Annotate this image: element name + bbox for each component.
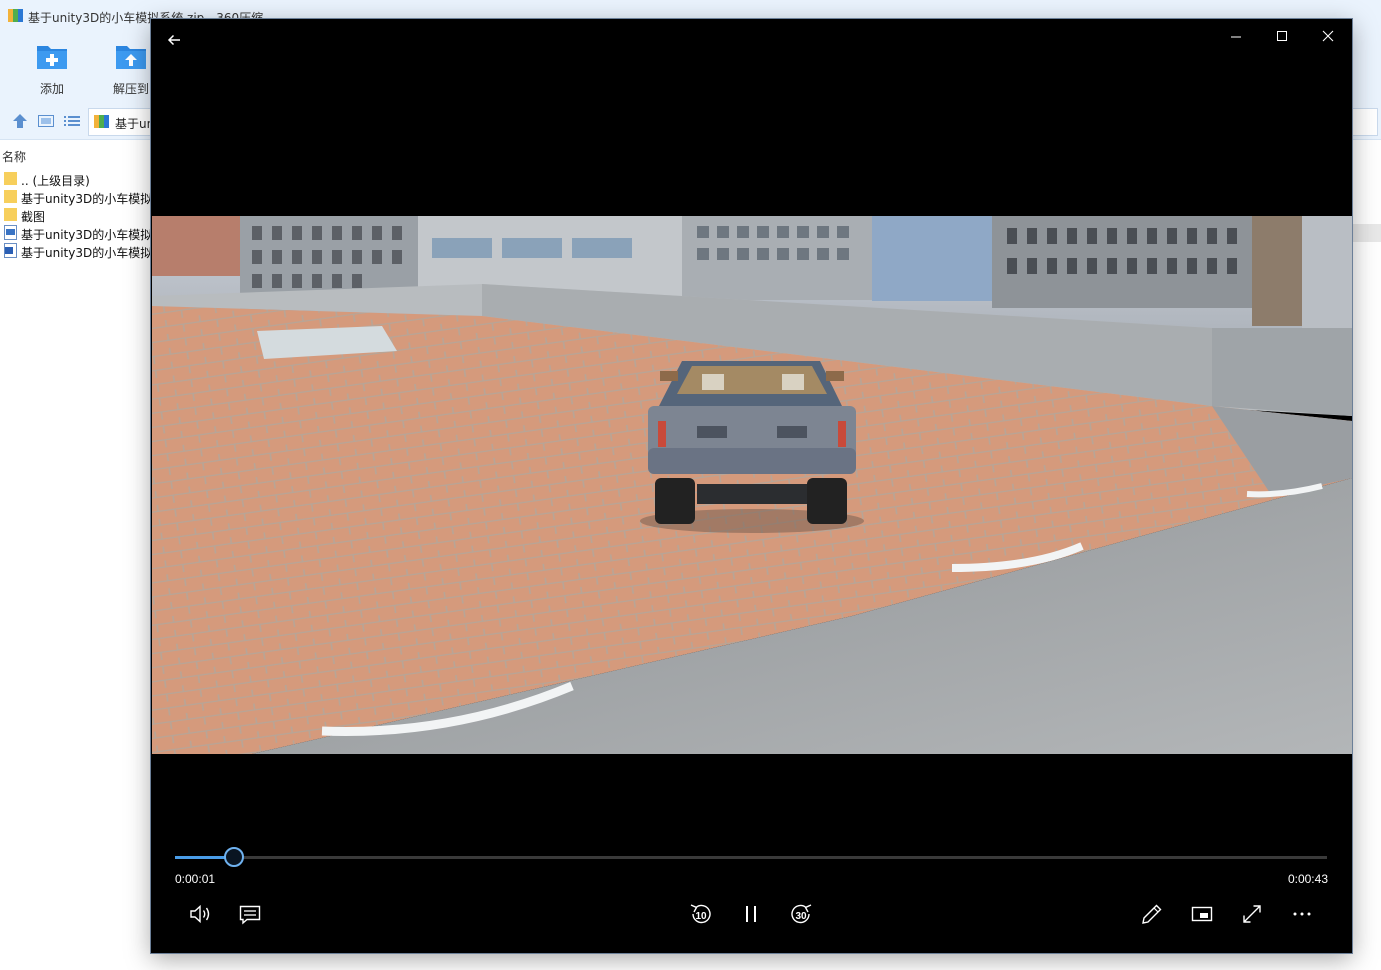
list-view-icon[interactable] (64, 114, 80, 128)
folder-icon (4, 172, 17, 185)
time-elapsed: 0:00:01 (175, 872, 216, 886)
volume-button[interactable] (180, 898, 220, 930)
file-name: 基于unity3D的小车模拟系 (21, 192, 165, 206)
fullscreen-icon (1243, 905, 1261, 923)
edit-pen-icon (1142, 904, 1162, 924)
subtitles-icon (239, 905, 261, 925)
video-player-window: 0:00:01 0:00:43 10 30 (151, 19, 1352, 953)
skip-forward-seconds: 30 (795, 911, 807, 922)
skip-back-seconds: 10 (695, 911, 707, 922)
zip-app-icon (8, 9, 23, 22)
minimize-button[interactable] (1213, 23, 1259, 53)
subtitles-button[interactable] (230, 898, 270, 930)
folder-icon (4, 208, 17, 221)
file-name: 基于unity3D的小车模拟系 (21, 246, 165, 260)
column-name-header[interactable]: 名称 (2, 148, 26, 165)
video-frame[interactable] (152, 216, 1352, 754)
zip-file-icon (94, 115, 109, 128)
close-icon (1322, 30, 1334, 42)
back-arrow-icon (167, 34, 180, 46)
maximize-button[interactable] (1259, 23, 1305, 53)
view-icon[interactable] (38, 114, 54, 128)
word-document-icon (4, 243, 17, 258)
back-button[interactable] (161, 25, 191, 55)
folder-icon (4, 190, 17, 203)
fullscreen-button[interactable] (1232, 898, 1272, 930)
time-total: 0:00:43 (1287, 872, 1328, 886)
skip-back-button[interactable]: 10 (681, 898, 721, 930)
selected-row-highlight (1352, 224, 1381, 242)
volume-icon (190, 904, 210, 924)
minimize-icon (1231, 36, 1241, 38)
mini-view-button[interactable] (1182, 898, 1222, 930)
file-name: 截图 (21, 210, 46, 224)
file-name: 基于unity3D的小车模拟系 (21, 228, 165, 242)
close-button[interactable] (1305, 23, 1351, 53)
add-button[interactable]: 添加 (22, 40, 82, 100)
file-name: .. (上级目录) (21, 174, 90, 188)
seek-bar[interactable] (175, 847, 1327, 867)
maximize-icon (1277, 31, 1287, 41)
seek-thumb[interactable] (223, 847, 244, 867)
extract-folder-icon (116, 46, 146, 69)
mini-view-icon (1191, 906, 1213, 922)
document-icon (4, 225, 17, 240)
pause-icon (746, 906, 756, 922)
pause-button[interactable] (731, 898, 771, 930)
up-arrow-icon[interactable] (12, 114, 28, 128)
video-scene (152, 216, 1352, 754)
edit-button[interactable] (1132, 898, 1172, 930)
address-text: 基于un (115, 117, 155, 131)
add-button-label: 添加 (39, 82, 64, 96)
add-folder-icon (37, 46, 67, 69)
more-icon (1293, 912, 1311, 916)
more-button[interactable] (1282, 898, 1322, 930)
skip-forward-button[interactable]: 30 (781, 898, 821, 930)
